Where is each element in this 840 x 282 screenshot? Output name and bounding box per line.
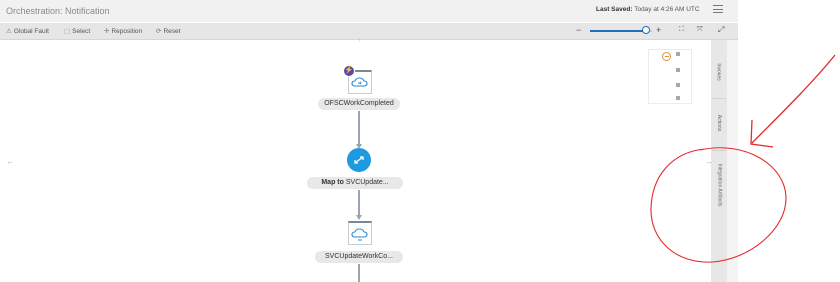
- warning-icon: ⚠: [6, 28, 12, 35]
- map-label-prefix: Map to: [321, 179, 344, 186]
- right-margin: [727, 40, 738, 282]
- node-label-invoke[interactable]: SVCUpdateWorkCo...: [315, 251, 403, 263]
- minimap-node: [676, 68, 680, 72]
- move-icon: ✛: [104, 28, 110, 35]
- reset-icon: ⟳: [156, 28, 162, 35]
- tab-integration-artifacts[interactable]: Integration Artifacts: [711, 154, 727, 216]
- node-label-map[interactable]: Map to SVCUpdate...: [307, 177, 403, 189]
- annotation-arrowhead: [750, 119, 774, 148]
- page-title: Orchestration: Notification: [6, 6, 110, 16]
- global-fault-label: Global Fault: [13, 28, 49, 35]
- tab-invokes-label: Invokes: [716, 63, 723, 81]
- connector-line: [358, 111, 360, 146]
- trigger-badge-icon: ⚡: [343, 65, 355, 77]
- last-saved-time: Today at 4:26 AM UTC: [634, 6, 700, 13]
- fit-to-screen-icon[interactable]: ⛶: [679, 26, 684, 34]
- canvas-toolbar: ⚠ Global Fault ⬚ Select ✛ Reposition ⟳ Reset…: [0, 23, 738, 40]
- reposition-label: Reposition: [111, 28, 143, 35]
- connector-line: [358, 190, 360, 217]
- cloud-connection-icon: [351, 228, 368, 241]
- minimap-node: [676, 52, 680, 56]
- last-saved-label: Last Saved:: [596, 6, 633, 13]
- reset-button[interactable]: ⟳ Reset: [156, 27, 180, 35]
- reposition-button[interactable]: ✛ Reposition: [104, 27, 142, 35]
- minimap-node: [676, 96, 680, 100]
- scroll-left-icon[interactable]: ←: [6, 157, 14, 166]
- select-label: Select: [72, 28, 91, 35]
- zoom-slider-fill: [590, 30, 646, 32]
- map-node[interactable]: [347, 148, 371, 172]
- node-label-trigger[interactable]: OFSCWorkCompleted: [318, 98, 400, 110]
- global-fault-button[interactable]: ⚠ Global Fault: [6, 27, 49, 35]
- expand-icon[interactable]: ⤢: [718, 25, 724, 35]
- side-panel-rail: Invokes Actions Integration Artifacts: [711, 40, 727, 282]
- hamburger-menu-icon[interactable]: [713, 5, 723, 14]
- last-saved-status: Last Saved: Today at 4:26 AM UTC: [596, 6, 700, 13]
- select-button[interactable]: ⬚ Select: [64, 27, 90, 35]
- invoke-node[interactable]: [348, 221, 372, 245]
- divider: [712, 150, 726, 151]
- page-header: Orchestration: Notification Last Saved: …: [0, 0, 738, 22]
- reset-label: Reset: [163, 28, 181, 35]
- zoom-slider[interactable]: [590, 26, 652, 34]
- tab-actions[interactable]: Actions: [711, 100, 727, 145]
- divider: [712, 98, 726, 99]
- zoom-in-button[interactable]: +: [656, 25, 661, 35]
- minimap-node: [676, 83, 680, 87]
- connector-line: [358, 264, 360, 282]
- tab-integration-artifacts-label: Integration Artifacts: [716, 163, 722, 207]
- tab-invokes[interactable]: Invokes: [711, 50, 727, 94]
- map-label-target: SVCUpdate...: [343, 179, 389, 186]
- connector-arrow: [355, 215, 362, 220]
- select-box-icon: ⬚: [64, 28, 71, 35]
- zoom-out-button[interactable]: −: [576, 25, 581, 35]
- zoom-slider-handle[interactable]: [641, 26, 650, 34]
- scroll-up-icon[interactable]: ↑: [358, 38, 361, 44]
- tab-actions-label: Actions: [716, 114, 722, 131]
- actual-size-icon[interactable]: ⤧: [697, 26, 703, 34]
- annotation-arrow: [751, 54, 836, 144]
- mapper-icon: [354, 156, 364, 164]
- minimap-collapse-icon[interactable]: [662, 52, 671, 61]
